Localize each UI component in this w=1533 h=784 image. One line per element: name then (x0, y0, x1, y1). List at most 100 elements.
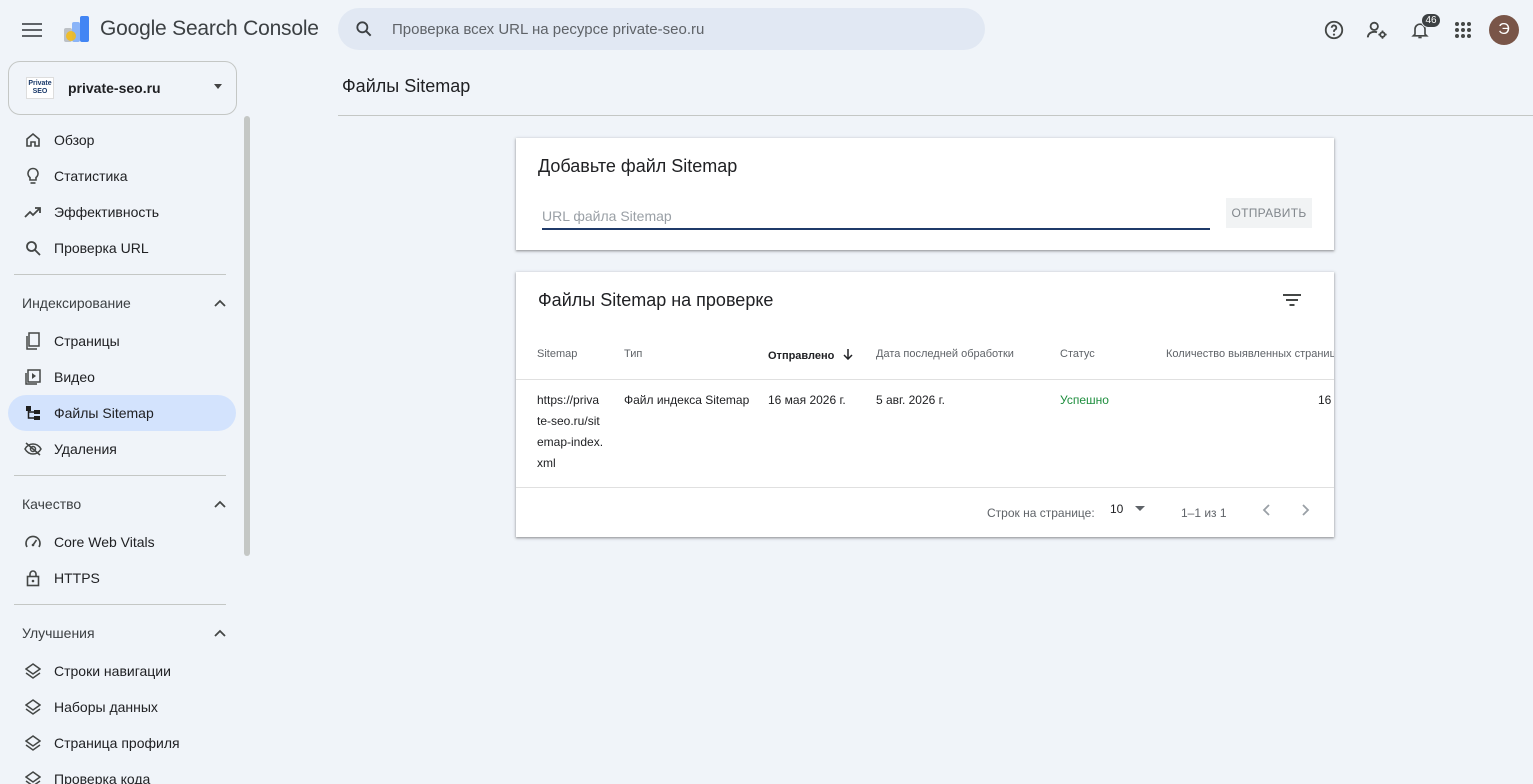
section-quality-toggle[interactable]: Качество (0, 484, 240, 524)
section-enhancements-toggle[interactable]: Улучшения (0, 613, 240, 653)
submitted-sitemaps-card: Файлы Sitemap на проверке Sitemap Тип От… (516, 272, 1334, 537)
rows-per-page-value: 10 (1110, 502, 1124, 516)
property-logo-line2: SEO (32, 88, 48, 95)
sidebar: Private SEO private-seo.ru Обзор Статист… (0, 60, 250, 784)
column-header-type[interactable]: Тип (624, 348, 642, 360)
chevron-left-icon (1262, 504, 1270, 516)
column-header-last-read[interactable]: Дата последней обработки (876, 348, 1014, 360)
section-title: Улучшения (22, 625, 95, 641)
submit-button[interactable]: ОТПРАВИТЬ (1226, 198, 1312, 228)
column-header-discovered[interactable]: Количество выявленных страниц (1166, 348, 1334, 360)
lock-icon (24, 569, 42, 587)
sidebar-item-breadcrumbs[interactable]: Строки навигации (8, 653, 236, 689)
column-header-sitemap[interactable]: Sitemap (537, 348, 577, 360)
sidebar-item-performance[interactable]: Эффективность (8, 194, 236, 230)
pagination-range: 1–1 из 1 (1181, 506, 1227, 520)
property-logo: Private SEO (26, 77, 54, 99)
account-avatar[interactable]: Э (1489, 15, 1519, 45)
status-cell: Успешно (1060, 393, 1109, 407)
sidebar-nav: Обзор Статистика Эффективность Проверка … (0, 122, 240, 784)
sidebar-item-label: Удаления (54, 441, 117, 457)
lightbulb-icon (24, 167, 42, 185)
notifications-badge: 46 (1421, 13, 1441, 28)
column-header-status[interactable]: Статус (1060, 348, 1095, 360)
discovered-pages-cell: 16 (1318, 393, 1332, 407)
rows-per-page-label: Строк на странице: (987, 506, 1095, 520)
divider (338, 115, 1533, 116)
chevron-up-icon (214, 629, 226, 637)
next-page-button[interactable] (1294, 498, 1318, 522)
sidebar-item-removals[interactable]: Удаления (8, 431, 236, 467)
sidebar-item-overview[interactable]: Обзор (8, 122, 236, 158)
divider (14, 604, 226, 605)
search-icon (24, 239, 42, 257)
sidebar-item-label: HTTPS (54, 570, 100, 586)
sitemap-url-line: https://priva (537, 393, 600, 407)
layers-icon (24, 698, 42, 716)
previous-page-button[interactable] (1254, 498, 1278, 522)
sidebar-item-core-web-vitals[interactable]: Core Web Vitals (8, 524, 236, 560)
sidebar-item-url-inspection[interactable]: Проверка URL (8, 230, 236, 266)
sidebar-item-label: Страница профиля (54, 735, 180, 751)
sitemap-url-input[interactable] (542, 204, 1210, 230)
app-logo[interactable]: Google Search Console (62, 14, 319, 44)
search-input[interactable] (390, 19, 954, 39)
sidebar-item-pages[interactable]: Страницы (8, 323, 236, 359)
apps-button[interactable] (1443, 10, 1483, 50)
apps-grid-icon (1455, 22, 1471, 38)
filter-icon (1283, 294, 1301, 306)
layers-icon (24, 662, 42, 680)
users-settings-button[interactable] (1357, 10, 1397, 50)
page-title: Файлы Sitemap (342, 76, 471, 96)
rows-per-page-select[interactable]: 10 (1110, 502, 1146, 516)
help-button[interactable] (1314, 10, 1354, 50)
sidebar-item-profile-page[interactable]: Страница профиля (8, 725, 236, 761)
search-console-logo-icon (64, 16, 89, 42)
sidebar-item-label: Видео (54, 369, 95, 385)
filter-button[interactable] (1280, 288, 1304, 312)
trending-up-icon (24, 203, 42, 221)
sidebar-item-label: Статистика (54, 168, 128, 184)
speed-icon (24, 533, 42, 551)
add-sitemap-card: Добавьте файл Sitemap ОТПРАВИТЬ (516, 138, 1334, 250)
submitted-date-cell: 16 мая 2026 г. (768, 393, 846, 407)
sidebar-item-label: Наборы данных (54, 699, 158, 715)
sidebar-scrollbar[interactable] (244, 116, 250, 556)
app-name: Google Search Console (100, 17, 319, 40)
manage-account-icon (1366, 21, 1387, 39)
sidebar-item-label: Файлы Sitemap (54, 405, 154, 421)
property-logo-line1: Private (28, 80, 52, 87)
sitemap-icon (24, 404, 42, 422)
url-inspection-search[interactable] (338, 8, 985, 50)
removals-icon (24, 440, 42, 458)
sidebar-item-insights[interactable]: Статистика (8, 158, 236, 194)
sitemap-url-cell[interactable]: https://priva te-seo.ru/sit emap-index. … (537, 390, 607, 474)
dropdown-caret-icon (1135, 506, 1146, 511)
top-bar: Google Search Console 46 Э (0, 0, 1533, 60)
chevron-right-icon (1302, 504, 1310, 516)
sidebar-item-code-check[interactable]: Проверка кода (8, 761, 236, 784)
sidebar-item-label: Строки навигации (54, 663, 171, 679)
column-header-submitted[interactable]: Отправлено (768, 348, 853, 362)
divider (516, 379, 1334, 380)
sidebar-item-video[interactable]: Видео (8, 359, 236, 395)
divider (14, 274, 226, 275)
property-name: private-seo.ru (68, 80, 161, 96)
notifications-button[interactable]: 46 (1400, 10, 1441, 50)
sidebar-item-sitemaps[interactable]: Файлы Sitemap (8, 395, 236, 431)
chevron-up-icon (214, 500, 226, 508)
section-indexing-toggle[interactable]: Индексирование (0, 283, 240, 323)
last-read-date-cell: 5 авг. 2026 г. (876, 393, 945, 407)
search-icon (356, 21, 372, 37)
section-title: Качество (22, 496, 82, 512)
sidebar-item-label: Core Web Vitals (54, 534, 155, 550)
sidebar-item-datasets[interactable]: Наборы данных (8, 689, 236, 725)
property-selector[interactable]: Private SEO private-seo.ru (8, 61, 237, 115)
main-menu-button[interactable] (18, 16, 46, 44)
sidebar-item-https[interactable]: HTTPS (8, 560, 236, 596)
sidebar-item-label: Проверка кода (54, 771, 151, 784)
submitted-sitemaps-title: Файлы Sitemap на проверке (538, 290, 774, 310)
column-header-label: Отправлено (768, 350, 835, 362)
layers-icon (24, 734, 42, 752)
home-icon (24, 131, 42, 149)
